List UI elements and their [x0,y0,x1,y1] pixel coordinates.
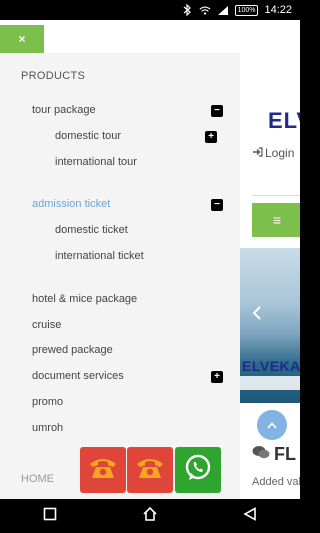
scroll-up-button[interactable] [257,410,287,440]
products-heading: PRODUCTS [21,70,86,82]
call-button-1[interactable] [80,447,126,493]
wifi-icon [199,4,211,16]
expand-icon[interactable]: + [205,131,217,143]
nav-drawer: × PRODUCTS tour package − domestic tour … [0,20,240,499]
home-icon[interactable] [142,506,158,527]
collapse-icon[interactable]: − [211,199,223,211]
close-button[interactable]: × [0,25,44,53]
login-link[interactable]: Login [252,146,294,160]
menu-item-home[interactable]: HOME [21,473,54,485]
signal-icon [217,4,229,16]
menu-item-domestic-tour[interactable]: domestic tour [55,130,121,142]
menu-item-tour-package[interactable]: tour package [32,104,96,116]
divider [252,195,300,196]
recents-icon[interactable] [43,507,57,526]
chevron-up-icon [267,418,277,432]
section-title-text: FL [274,444,296,464]
phone-icon [134,455,166,486]
menu-item-cruise[interactable]: cruise [32,319,61,331]
banner-brand: ELVEKA [242,358,300,374]
menu-button[interactable]: ≡ [252,203,300,237]
expand-icon[interactable]: + [211,371,223,383]
chevron-left-icon[interactable] [252,306,262,325]
app-screen: ELVE Login ≡ ELVEKA FL [0,20,300,499]
bluetooth-icon [181,4,193,16]
section-title: FL [252,444,296,465]
login-label: Login [265,146,295,160]
menu-item-document-services[interactable]: document services [32,370,124,382]
menu-item-prewed-package[interactable]: prewed package [32,344,113,356]
menu-item-international-tour[interactable]: international tour [55,156,137,168]
status-bar: 100% 14:22 [0,0,300,20]
menu-item-international-ticket[interactable]: international ticket [55,250,144,262]
whatsapp-button[interactable] [175,447,221,493]
section-subtitle: Added val [252,476,300,488]
hamburger-icon: ≡ [272,212,282,228]
menu-item-domestic-ticket[interactable]: domestic ticket [55,224,128,236]
call-button-2[interactable] [127,447,173,493]
collapse-icon[interactable]: − [211,105,223,117]
menu-item-admission-ticket[interactable]: admission ticket [32,198,110,210]
menu-item-hotel-mice[interactable]: hotel & mice package [32,293,137,305]
chat-icon [252,444,270,465]
system-nav-bar [0,499,300,533]
clock: 14:22 [264,4,292,16]
site-logo[interactable]: ELVE [268,108,300,134]
battery-indicator: 100% [234,4,259,16]
banner-strip [240,376,300,390]
back-icon[interactable] [243,506,257,526]
hero-banner[interactable]: ELVEKA [240,248,300,403]
phone-icon [87,455,119,486]
login-icon [252,146,263,160]
menu-item-promo[interactable]: promo [32,396,63,408]
whatsapp-icon [183,453,213,488]
menu-item-umroh[interactable]: umroh [32,422,63,434]
close-icon: × [18,32,26,46]
main-content: ELVE Login ≡ ELVEKA FL [240,20,300,499]
